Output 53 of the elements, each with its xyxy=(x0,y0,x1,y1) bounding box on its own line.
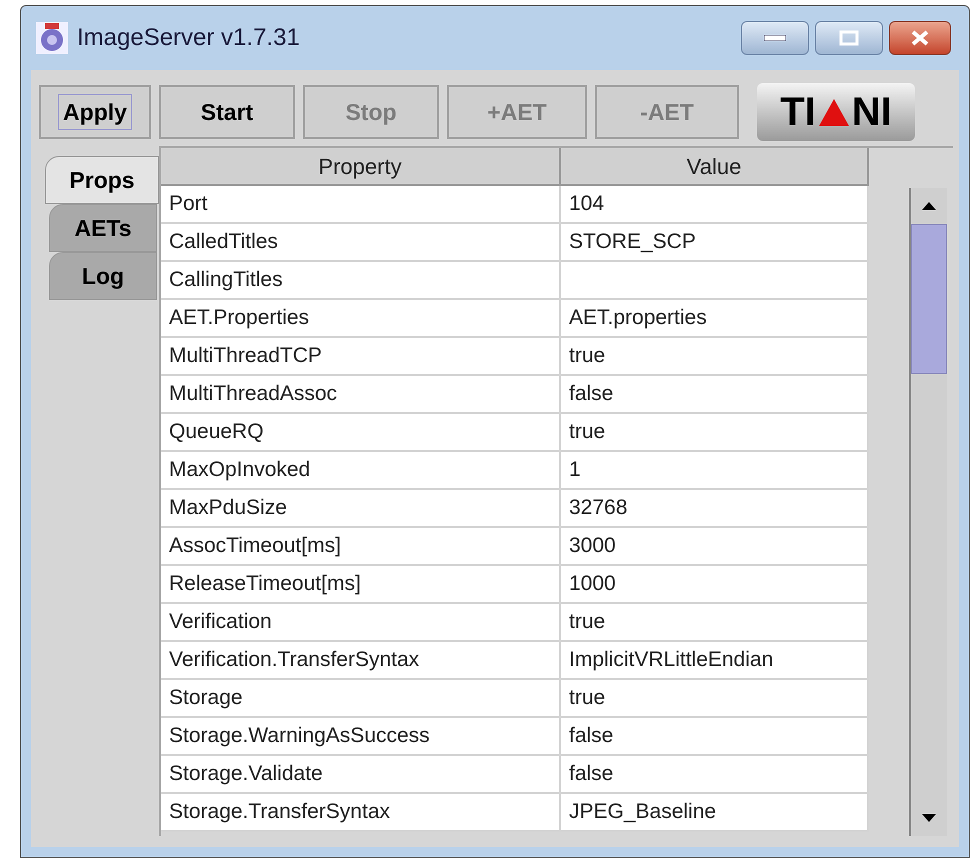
toolbar-button[interactable]: Apply xyxy=(39,85,151,139)
vertical-scrollbar[interactable] xyxy=(909,188,947,836)
down-arrow-icon xyxy=(922,814,936,822)
tab[interactable]: Props xyxy=(45,156,159,204)
minimize-icon xyxy=(764,35,786,41)
table-cell: Storage.Validate xyxy=(161,756,561,792)
toolbar-button[interactable]: Start xyxy=(159,85,295,139)
table-cell: CallingTitles xyxy=(161,262,561,298)
column-header[interactable]: Value xyxy=(561,148,869,186)
tab[interactable]: Log xyxy=(49,252,157,300)
table-cell: Port xyxy=(161,186,561,222)
table-cell: Storage xyxy=(161,680,561,716)
table-cell: ReleaseTimeout[ms] xyxy=(161,566,561,602)
table-cell: false xyxy=(561,718,869,754)
maximize-icon xyxy=(839,30,859,46)
table-cell: Verification.TransferSyntax xyxy=(161,642,561,678)
tiani-logo: TI NI xyxy=(757,83,915,141)
table-cell: 3000 xyxy=(561,528,869,564)
close-icon xyxy=(911,30,929,46)
app-icon xyxy=(35,21,69,55)
table-cell: AssocTimeout[ms] xyxy=(161,528,561,564)
scroll-thumb[interactable] xyxy=(911,224,947,374)
minimize-button[interactable] xyxy=(741,21,809,55)
table-cell: Storage.WarningAsSuccess xyxy=(161,718,561,754)
table-cell: STORE_SCP xyxy=(561,224,869,260)
close-button[interactable] xyxy=(889,21,951,55)
window-title: ImageServer v1.7.31 xyxy=(77,23,300,53)
table-cell: Verification xyxy=(161,604,561,640)
table-cell: true xyxy=(561,338,869,374)
table-cell: 32768 xyxy=(561,490,869,526)
table-cell: false xyxy=(561,376,869,412)
up-arrow-icon xyxy=(922,202,936,210)
table-cell: Storage.TransferSyntax xyxy=(161,794,561,830)
table-cell: false xyxy=(561,756,869,792)
maximize-button[interactable] xyxy=(815,21,883,55)
table-cell: 1 xyxy=(561,452,869,488)
table-cell: true xyxy=(561,604,869,640)
table-cell: true xyxy=(561,414,869,450)
table-cell: 104 xyxy=(561,186,869,222)
table-cell: QueueRQ xyxy=(161,414,561,450)
column-header[interactable]: Property xyxy=(161,148,561,186)
table-cell: true xyxy=(561,680,869,716)
table-cell: ImplicitVRLittleEndian xyxy=(561,642,869,678)
tab[interactable]: AETs xyxy=(49,204,157,252)
table-cell: AET.Properties xyxy=(161,300,561,336)
table-cell: MaxPduSize xyxy=(161,490,561,526)
table-cell: MultiThreadTCP xyxy=(161,338,561,374)
table-cell: CalledTitles xyxy=(161,224,561,260)
table-cell: MultiThreadAssoc xyxy=(161,376,561,412)
table-cell: 1000 xyxy=(561,566,869,602)
table-cell: JPEG_Baseline xyxy=(561,794,869,830)
table-cell: AET.properties xyxy=(561,300,869,336)
table-cell: MaxOpInvoked xyxy=(161,452,561,488)
